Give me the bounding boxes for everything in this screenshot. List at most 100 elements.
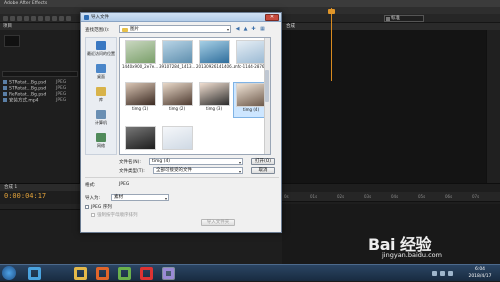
project-panel: 项目 STRotat...Bg.psd JPEG STRotat...Bg.ps…	[0, 23, 80, 183]
brush-tool-icon[interactable]	[66, 16, 71, 21]
alphabetical-order-checkbox[interactable]	[91, 213, 95, 217]
ruler-tick: 03s	[364, 194, 372, 199]
file-thumbnail	[235, 83, 267, 107]
computer-icon	[96, 110, 106, 119]
cancel-button[interactable]: 取消	[251, 167, 275, 174]
scrollbar-thumb[interactable]	[265, 70, 269, 102]
home-tool-icon[interactable]	[3, 16, 8, 21]
taskbar-record-icon[interactable]	[140, 267, 153, 280]
project-item-name: STRotat...Bg.psd	[9, 80, 47, 86]
taskbar-firefox-icon[interactable]	[96, 267, 109, 280]
tab-timeline-label: 合成 1	[4, 185, 18, 190]
zoom-tool-icon[interactable]	[24, 16, 29, 21]
taskbar-folder-icon[interactable]	[74, 267, 87, 280]
view-menu-icon[interactable]: ▦	[259, 25, 266, 33]
baidu-jingyan-watermark: Bai 经验 jingyan.baidu.com	[368, 231, 488, 269]
place-label: 桌面	[97, 74, 105, 79]
import-folder-button[interactable]: 导入文件夹	[201, 219, 235, 226]
tray-volume-icon[interactable]	[440, 271, 445, 276]
place-desktop[interactable]: 桌面	[86, 63, 116, 85]
start-button[interactable]	[2, 266, 16, 280]
ruler-tick: 0s	[284, 194, 289, 199]
file-item[interactable]: timg (1)	[122, 82, 158, 118]
pen-tool-icon[interactable]	[52, 16, 57, 21]
look-in-label: 查找范围(I):	[85, 28, 110, 33]
playhead-line[interactable]	[331, 8, 332, 81]
taskbar-explorer-icon[interactable]	[48, 267, 61, 280]
camera-tool-icon[interactable]	[38, 16, 43, 21]
project-search-input[interactable]	[2, 71, 78, 77]
filename-label: 文件名(N):	[119, 160, 141, 165]
time-ruler[interactable]: 0s 01s 02s 03s 04s 05s 06s 07s	[282, 192, 500, 202]
back-icon[interactable]: ◀	[234, 25, 241, 33]
chevron-down-icon: ▾	[238, 168, 241, 174]
current-timecode[interactable]: 0:00:04:17	[4, 192, 46, 201]
taskbar-after-effects-icon[interactable]	[162, 267, 175, 280]
tab-composition[interactable]: 合成	[282, 23, 500, 30]
import-as-value: 素材	[114, 195, 123, 200]
filename-input[interactable]: timg (4) ▾	[149, 158, 243, 165]
look-in-dropdown[interactable]: 图片 ▾	[119, 25, 231, 33]
up-folder-icon[interactable]: ▲	[242, 25, 249, 33]
file-name: 39107284_1413...	[159, 64, 196, 69]
file-item[interactable]: 1440x900_2e7e...	[122, 40, 158, 76]
import-as-dropdown[interactable]: 素材 ▾	[111, 194, 169, 201]
jpeg-sequence-checkbox[interactable]	[85, 205, 89, 209]
workspace-label: 标准	[391, 16, 400, 21]
pan-tool-icon[interactable]	[45, 16, 50, 21]
file-list[interactable]: 1440x900_2e7e... 39107284_1413... 201309…	[119, 37, 271, 155]
file-thumbnail	[198, 40, 230, 64]
file-item[interactable]: timg (2)	[159, 82, 195, 118]
file-thumbnail	[198, 82, 230, 106]
place-libraries[interactable]: 库	[86, 86, 116, 108]
file-name: timg (2)	[168, 106, 186, 111]
taskbar-ie-icon[interactable]	[28, 267, 41, 280]
ruler-tick: 02s	[337, 194, 345, 199]
filetype-value: 全部可接受的文件	[156, 168, 192, 173]
selection-tool-icon[interactable]	[10, 16, 15, 21]
file-item[interactable]: 39107284_1413...	[159, 40, 195, 76]
workspace-selector[interactable]: 标准	[384, 15, 424, 22]
ruler-tick: 06s	[445, 194, 453, 199]
tab-timeline[interactable]: 合成 1	[0, 184, 80, 191]
file-list-scrollbar[interactable]	[264, 38, 270, 154]
taskbar-media-icon[interactable]	[118, 267, 131, 280]
hand-tool-icon[interactable]	[17, 16, 22, 21]
place-label: 计算机	[95, 120, 107, 125]
place-computer[interactable]: 计算机	[86, 109, 116, 131]
ruler-tick: 01s	[310, 194, 318, 199]
file-item[interactable]	[159, 126, 195, 154]
file-item[interactable]: 20130926141406...	[196, 40, 235, 76]
close-button[interactable]: ✕	[265, 14, 279, 21]
place-recent[interactable]: 最近访问的位置	[86, 40, 116, 62]
ae-app-icon	[84, 15, 89, 20]
tray-network-icon[interactable]	[432, 271, 437, 276]
project-item[interactable]: 安装方式.mp4 JPEG	[2, 98, 78, 104]
tab-project[interactable]: 项目	[0, 23, 80, 30]
file-thumbnail	[124, 126, 156, 150]
filetype-label: 文件类型(T):	[119, 169, 145, 174]
tab-project-label: 项目	[3, 24, 12, 29]
filetype-dropdown[interactable]: 全部可接受的文件 ▾	[153, 167, 243, 174]
text-tool-icon[interactable]	[59, 16, 64, 21]
footage-icon	[3, 92, 7, 96]
open-button[interactable]: 打开(O)	[251, 158, 275, 165]
place-network[interactable]: 网络	[86, 132, 116, 154]
rotate-tool-icon[interactable]	[31, 16, 36, 21]
file-thumbnail	[161, 40, 193, 64]
project-item-name: ReRotat...Bg.psd	[9, 92, 47, 98]
file-name: 1440x900_2e7e...	[122, 64, 159, 69]
new-folder-icon[interactable]: ✚	[250, 25, 257, 33]
file-item[interactable]: timg (3)	[196, 82, 232, 118]
playhead-handle[interactable]	[328, 9, 335, 14]
dialog-titlebar[interactable]: 导入文件 ✕	[81, 13, 281, 22]
recent-places-icon	[96, 41, 106, 50]
look-in-value: 图片	[130, 27, 139, 32]
file-item[interactable]	[122, 126, 158, 154]
file-thumbnail	[124, 82, 156, 106]
project-item-name: STRotat...Bg.psd	[9, 86, 47, 92]
file-thumbnail	[124, 40, 156, 64]
ruler-tick: 04s	[391, 194, 399, 199]
chevron-down-icon: ▾	[164, 195, 167, 201]
tray-ime-icon[interactable]	[448, 271, 453, 276]
